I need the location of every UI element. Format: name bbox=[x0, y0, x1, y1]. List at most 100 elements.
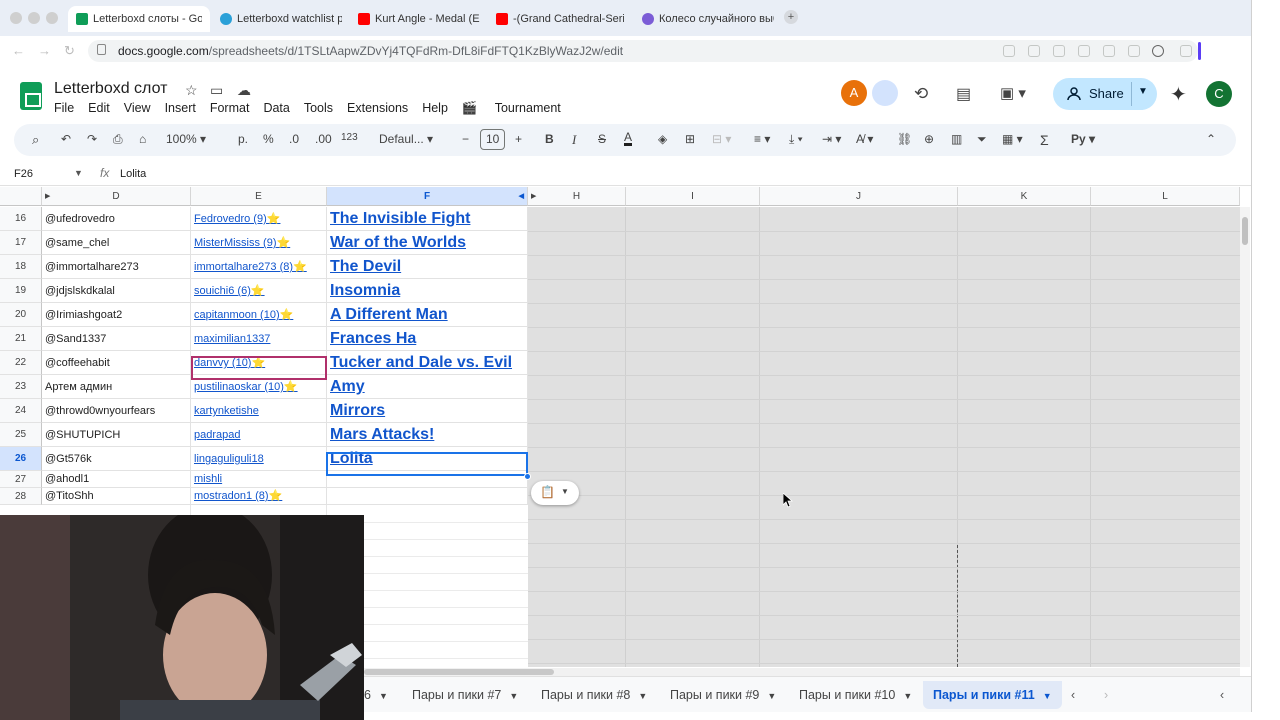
cell-username[interactable]: @ufedrovedro bbox=[42, 207, 191, 231]
browser-tab-4[interactable]: Колесо случайного выб bbox=[634, 6, 782, 32]
cell-letterboxd-link[interactable]: MisterMississ (9)⭐ bbox=[191, 231, 327, 255]
cell-letterboxd-link[interactable]: mishli bbox=[191, 471, 327, 488]
italic-button[interactable]: I bbox=[572, 132, 576, 148]
currency-format-button[interactable]: р. bbox=[238, 132, 248, 146]
close-window-button[interactable] bbox=[10, 12, 22, 24]
column-header-j[interactable]: J bbox=[760, 187, 958, 206]
address-bar[interactable]: docs.google.com/spreadsheets/d/1TSLtAapw… bbox=[88, 40, 1201, 62]
font-size-input[interactable]: 10 bbox=[480, 129, 506, 150]
cell-letterboxd-link[interactable]: souichi6 (6)⭐ bbox=[191, 279, 327, 303]
new-tab-button[interactable]: + bbox=[784, 10, 798, 24]
cell-film-title[interactable]: The Invisible Fight bbox=[327, 207, 528, 231]
cell-letterboxd-link[interactable]: mostradon1 (8)⭐ bbox=[191, 488, 327, 505]
row-header[interactable]: 16 bbox=[0, 207, 42, 231]
cell-letterboxd-link[interactable]: maximilian1337 bbox=[191, 327, 327, 351]
cell-film-title[interactable]: Insomnia bbox=[327, 279, 528, 303]
cell-letterboxd-link[interactable]: Fedrovedro (9)⭐ bbox=[191, 207, 327, 231]
more-formats-button[interactable]: 123 bbox=[341, 132, 358, 143]
font-select[interactable]: Defaul... ▾ bbox=[379, 132, 433, 146]
zoom-window-button[interactable] bbox=[46, 12, 58, 24]
row-header[interactable]: 24 bbox=[0, 399, 42, 423]
insert-link-icon[interactable]: ⛓ bbox=[897, 132, 912, 146]
menu-extensions[interactable]: Extensions bbox=[347, 101, 408, 116]
play-icon[interactable] bbox=[1053, 45, 1065, 57]
scroll-tabs-right-icon[interactable]: › bbox=[1104, 688, 1108, 702]
browser-tab-0[interactable]: Letterboxd слоты - Goo bbox=[68, 6, 210, 32]
menu-tournament[interactable]: 🎬 Tournament bbox=[462, 101, 575, 116]
menu-format[interactable]: Format bbox=[210, 101, 250, 116]
sheet-tab-10[interactable]: Пары и пики #10 ▼ bbox=[799, 688, 912, 702]
cell-film-title[interactable]: Mirrors bbox=[327, 399, 528, 423]
minimize-window-button[interactable] bbox=[28, 12, 40, 24]
cell-film-title[interactable]: A Different Man bbox=[327, 303, 528, 327]
collaborator-avatar-a[interactable]: A bbox=[841, 80, 867, 106]
sheets-logo-icon[interactable] bbox=[20, 82, 42, 110]
cell-film-title[interactable]: Amy bbox=[327, 375, 528, 399]
bold-button[interactable]: B bbox=[545, 132, 554, 146]
menu-view[interactable]: View bbox=[124, 101, 151, 116]
edit-icon[interactable] bbox=[1003, 45, 1015, 57]
scrollbar-thumb[interactable] bbox=[1242, 217, 1248, 245]
column-header-f[interactable]: F ◀ bbox=[327, 187, 528, 206]
row-header[interactable]: 25 bbox=[0, 423, 42, 447]
cell-username[interactable]: @SHUTUPICH bbox=[42, 423, 191, 447]
star-icon[interactable]: ☆ bbox=[185, 82, 198, 99]
sheet-tab-8[interactable]: Пары и пики #8 ▼ bbox=[541, 688, 647, 702]
cell-film-title[interactable]: Mars Attacks! bbox=[327, 423, 528, 447]
comments-icon[interactable]: ▤ bbox=[956, 84, 971, 104]
menu-edit[interactable]: Edit bbox=[88, 101, 110, 116]
row-header[interactable]: 20 bbox=[0, 303, 42, 327]
cell-username[interactable]: @jdjslskdkalal bbox=[42, 279, 191, 303]
back-arrow-icon[interactable]: ← bbox=[12, 43, 25, 58]
zoom-select[interactable]: 100% ▾ bbox=[166, 132, 206, 146]
horizontal-scrollbar[interactable] bbox=[364, 668, 1240, 676]
cell-letterboxd-link[interactable]: lingaguliguli18 bbox=[191, 447, 327, 471]
select-all-corner[interactable] bbox=[0, 187, 42, 206]
column-header-e[interactable]: E bbox=[191, 187, 327, 206]
row-header[interactable]: 27 bbox=[0, 471, 42, 488]
chevron-down-icon[interactable]: ▼ bbox=[1138, 86, 1148, 97]
decrease-font-size-icon[interactable]: − bbox=[462, 132, 469, 146]
cell-username[interactable]: Артем админ bbox=[42, 375, 191, 399]
collaborator-cursor-icon[interactable] bbox=[872, 80, 898, 106]
paste-options-button[interactable]: 📋 ▼ bbox=[531, 481, 579, 505]
fill-color-icon[interactable]: ◈ bbox=[658, 132, 667, 146]
menu-tools[interactable]: Tools bbox=[304, 101, 333, 116]
row-header[interactable]: 22 bbox=[0, 351, 42, 375]
strikethrough-button[interactable]: S bbox=[598, 132, 606, 146]
reload-icon[interactable]: ↻ bbox=[64, 43, 75, 59]
cell-username[interactable]: @Sand1337 bbox=[42, 327, 191, 351]
column-header-k[interactable]: K bbox=[958, 187, 1091, 206]
sheet-tab-11[interactable]: Пары и пики #11 ▼ bbox=[923, 681, 1062, 709]
scroll-tabs-left-icon[interactable]: ‹ bbox=[1071, 688, 1075, 702]
cell-username[interactable]: @coffeehabit bbox=[42, 351, 191, 375]
increase-decimal-button[interactable]: .00 bbox=[315, 132, 332, 146]
text-wrapping-icon[interactable]: ⇥ ▾ bbox=[822, 132, 841, 146]
text-rotation-icon[interactable]: A̸ ▾ bbox=[856, 132, 873, 146]
camera-icon[interactable] bbox=[1028, 45, 1040, 57]
share-button[interactable]: Share ▼ bbox=[1053, 78, 1157, 110]
input-tools-button[interactable]: Py ▾ bbox=[1071, 132, 1095, 146]
menu-file[interactable]: File bbox=[54, 101, 74, 116]
horizontal-align-icon[interactable]: ≡ ▾ bbox=[754, 132, 770, 146]
redo-icon[interactable]: ↷ bbox=[87, 132, 97, 146]
cell-film-title[interactable] bbox=[327, 488, 528, 505]
profile-icon[interactable] bbox=[1152, 45, 1164, 57]
increase-font-size-icon[interactable]: + bbox=[515, 132, 522, 146]
vertical-align-icon[interactable]: ⤓ ▾ bbox=[789, 132, 803, 147]
filter-views-icon[interactable]: ▦ ▾ bbox=[1002, 132, 1023, 146]
cell-username[interactable]: @Gt576k bbox=[42, 447, 191, 471]
vertical-scrollbar[interactable] bbox=[1240, 207, 1250, 667]
cell-username[interactable]: @same_chel bbox=[42, 231, 191, 255]
cell-film-title[interactable]: Frances Ha bbox=[327, 327, 528, 351]
print-icon[interactable]: ⎙ bbox=[113, 132, 123, 147]
sheet-tab-6[interactable]: 6 ▼ bbox=[364, 688, 388, 702]
row-header[interactable]: 28 bbox=[0, 488, 42, 505]
merge-cells-icon[interactable]: ⊟ ▾ bbox=[712, 132, 731, 146]
text-color-button[interactable]: A bbox=[624, 131, 633, 146]
row-header[interactable]: 18 bbox=[0, 255, 42, 279]
history-icon[interactable]: ⟲ bbox=[914, 84, 928, 104]
formula-input[interactable]: Lolita bbox=[120, 168, 146, 180]
undo-icon[interactable]: ↶ bbox=[61, 132, 71, 146]
borders-icon[interactable]: ⊞ bbox=[685, 132, 695, 146]
